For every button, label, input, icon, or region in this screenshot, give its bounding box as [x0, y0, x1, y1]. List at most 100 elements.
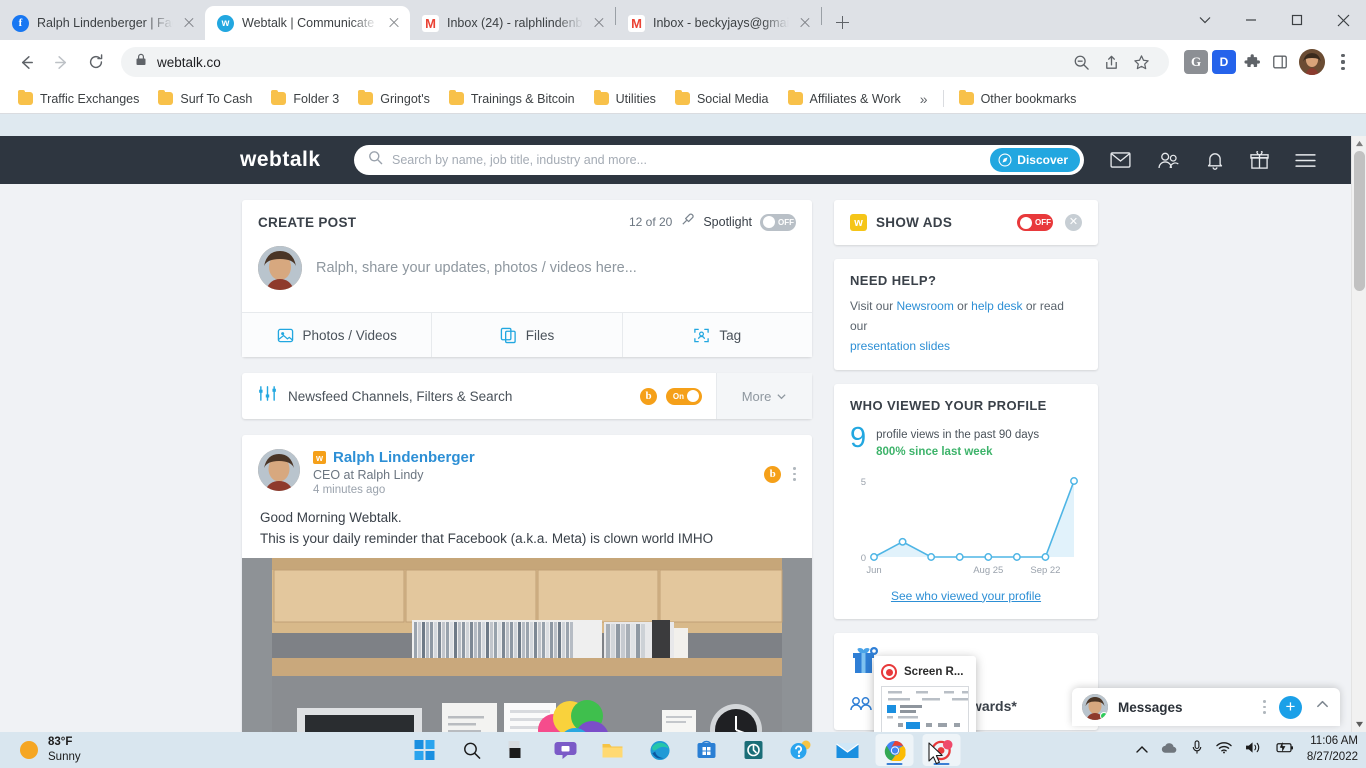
bookmark-traffic-exchanges[interactable]: Traffic Exchanges [10, 89, 147, 109]
bookmark-utilities[interactable]: Utilities [586, 89, 664, 109]
screen-recorder-popup[interactable]: Screen R... [874, 656, 976, 732]
presentation-slides-link[interactable]: presentation slides [850, 339, 950, 353]
avatar[interactable] [258, 449, 300, 491]
mail-icon[interactable] [1110, 152, 1131, 168]
sun-icon [20, 741, 38, 759]
browser-tab-1[interactable]: w Webtalk | Communicate E [205, 6, 410, 40]
avatar[interactable] [1299, 49, 1325, 75]
collapse-chevron-icon[interactable] [1315, 697, 1330, 717]
chevron-down-icon[interactable] [1182, 0, 1228, 40]
see-who-viewed-link[interactable]: See who viewed your profile [891, 589, 1041, 603]
hamburger-menu-icon[interactable] [1295, 153, 1316, 168]
messages-menu-icon[interactable] [1263, 700, 1266, 714]
scroll-down-icon[interactable] [1352, 717, 1366, 732]
newsfeed-left[interactable]: Newsfeed Channels, Filters & Search [242, 384, 640, 408]
tab-divider [821, 7, 822, 25]
search-icon[interactable] [453, 734, 491, 766]
side-panel-icon[interactable] [1268, 50, 1292, 74]
file-explorer-icon[interactable] [594, 734, 632, 766]
screen-recorder-preview [881, 686, 969, 732]
chrome-icon[interactable] [875, 734, 914, 766]
microphone-icon[interactable] [1191, 740, 1203, 760]
close-icon[interactable]: ✕ [1065, 214, 1082, 231]
close-icon[interactable] [591, 15, 607, 31]
browser-tab-2[interactable]: M Inbox (24) - ralphlindenbe [410, 6, 615, 40]
spotlight-toggle[interactable]: OFF [760, 213, 796, 231]
scrollbar-thumb[interactable] [1354, 151, 1365, 291]
app-icon[interactable] [735, 734, 773, 766]
page-scrollbar[interactable] [1351, 136, 1366, 732]
chrome-menu-icon[interactable] [1330, 54, 1356, 70]
profile-view-change: 800% since last week [876, 446, 993, 459]
browser-tab-3[interactable]: M Inbox - beckyjays@gmail [616, 6, 821, 40]
notifications-bell-icon[interactable] [1206, 151, 1224, 170]
task-view-icon[interactable] [500, 734, 538, 766]
zoom-out-icon[interactable] [1067, 48, 1095, 76]
discover-button[interactable]: Discover [990, 148, 1080, 172]
folder-icon [158, 89, 174, 105]
close-icon[interactable] [181, 15, 197, 31]
teams-icon[interactable] [547, 734, 585, 766]
new-tab-button[interactable] [828, 8, 856, 36]
help-desk-link[interactable]: help desk [971, 299, 1022, 313]
minimize-icon[interactable] [1228, 0, 1274, 40]
grammarly-icon[interactable]: G [1184, 50, 1208, 74]
newsroom-link[interactable]: Newsroom [896, 299, 953, 313]
newsfeed-right: b On [640, 387, 716, 405]
close-icon[interactable] [797, 15, 813, 31]
webtalk-logo[interactable]: webtalk [240, 148, 342, 172]
browser-tab-0[interactable]: f Ralph Lindenberger | Face [0, 6, 205, 40]
bookmark-affiliates-work[interactable]: Affiliates & Work [780, 89, 909, 109]
gift-rewards-icon[interactable] [1250, 150, 1269, 170]
search-input[interactable]: Search by name, job title, industry and … [354, 145, 1084, 175]
bookmark-social-media[interactable]: Social Media [667, 89, 777, 109]
bookmark-star-icon[interactable] [1127, 48, 1155, 76]
wifi-icon[interactable] [1216, 741, 1232, 759]
newsfeed-more-button[interactable]: More [716, 373, 812, 419]
show-ads-toggle[interactable]: OFF [1017, 214, 1053, 231]
extensions-puzzle-icon[interactable] [1240, 50, 1264, 74]
bookmark-other-bookmarks[interactable]: Other bookmarks [951, 89, 1085, 109]
start-icon[interactable] [406, 734, 444, 766]
tray-expand-icon[interactable] [1136, 741, 1148, 759]
clock[interactable]: 11:06 AM 8/27/2022 [1307, 734, 1358, 765]
close-icon[interactable] [386, 15, 402, 31]
coin-icon[interactable]: b [764, 465, 782, 483]
battery-charging-icon[interactable] [1274, 741, 1294, 759]
weather-widget[interactable]: 83°F Sunny [0, 735, 81, 765]
photos-videos-button[interactable]: Photos / Videos [242, 313, 433, 357]
address-bar[interactable]: webtalk.co [121, 47, 1169, 77]
bookmark-surf-to-cash[interactable]: Surf To Cash [150, 89, 260, 109]
bookmarks-overflow-icon[interactable]: » [912, 91, 936, 107]
back-icon[interactable] [10, 46, 42, 78]
contacts-icon[interactable] [1157, 152, 1180, 169]
messages-dock[interactable]: Messages + [1072, 688, 1340, 726]
reload-icon[interactable] [80, 46, 112, 78]
post-author-name[interactable]: Ralph Lindenberger [333, 449, 475, 466]
post-author-subtitle: CEO at Ralph Lindy [313, 468, 424, 482]
share-icon[interactable] [1097, 48, 1125, 76]
scroll-up-icon[interactable] [1352, 136, 1366, 151]
volume-icon[interactable] [1245, 741, 1261, 759]
newsfeed-toggle[interactable]: On [666, 387, 702, 405]
bookmark-gringots[interactable]: Gringot's [350, 89, 438, 109]
tag-button[interactable]: Tag [623, 313, 812, 357]
new-message-button[interactable]: + [1279, 695, 1302, 719]
bookmark-trainings-bitcoin[interactable]: Trainings & Bitcoin [441, 89, 583, 109]
mail-icon[interactable] [829, 734, 867, 766]
help-icon[interactable] [782, 734, 820, 766]
who-viewed-stat: 9 profile views in the past 90 days 800%… [850, 424, 1082, 460]
bookmark-folder-3[interactable]: Folder 3 [263, 89, 347, 109]
files-button[interactable]: Files [432, 313, 623, 357]
extension-d-icon[interactable]: D [1212, 50, 1236, 74]
microsoft-store-icon[interactable] [688, 734, 726, 766]
create-post-body[interactable]: Ralph, share your updates, photos / vide… [242, 232, 812, 312]
post-menu-icon[interactable] [793, 467, 796, 481]
post-image[interactable] [242, 557, 812, 732]
create-post-input[interactable]: Ralph, share your updates, photos / vide… [316, 260, 637, 276]
close-window-icon[interactable] [1320, 0, 1366, 40]
maximize-icon[interactable] [1274, 0, 1320, 40]
edge-icon[interactable] [641, 734, 679, 766]
cloud-icon[interactable] [1161, 741, 1178, 759]
forward-icon[interactable] [45, 46, 77, 78]
